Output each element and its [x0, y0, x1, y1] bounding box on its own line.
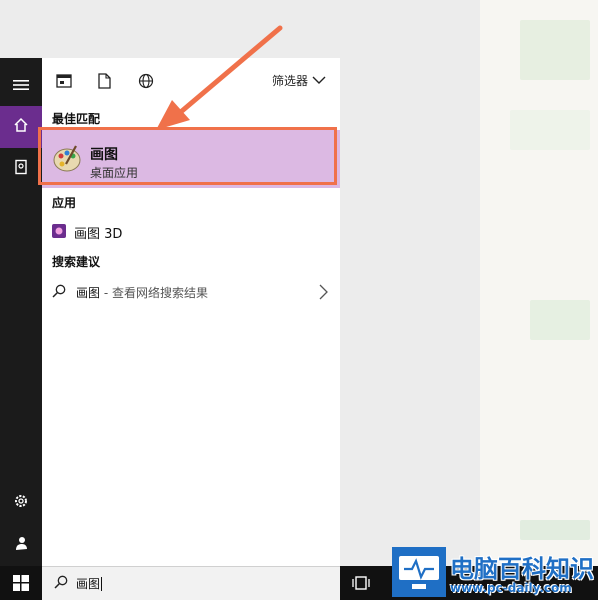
annotation-arrow — [156, 25, 283, 130]
watermark-url: www.pc-daily.com — [450, 581, 572, 595]
windows-icon[interactable] — [13, 575, 29, 595]
watermark: 电脑百科知识 www.pc-daily.com — [388, 543, 598, 600]
watermark-logo — [392, 547, 446, 597]
search-icon — [54, 574, 68, 593]
search-input[interactable]: 画图 — [76, 575, 100, 592]
watermark-name: 电脑百科知识 — [450, 555, 594, 583]
taskbar-search-box[interactable]: 画图 — [42, 566, 340, 600]
text-cursor — [101, 576, 103, 591]
task-view-icon[interactable] — [352, 575, 370, 595]
